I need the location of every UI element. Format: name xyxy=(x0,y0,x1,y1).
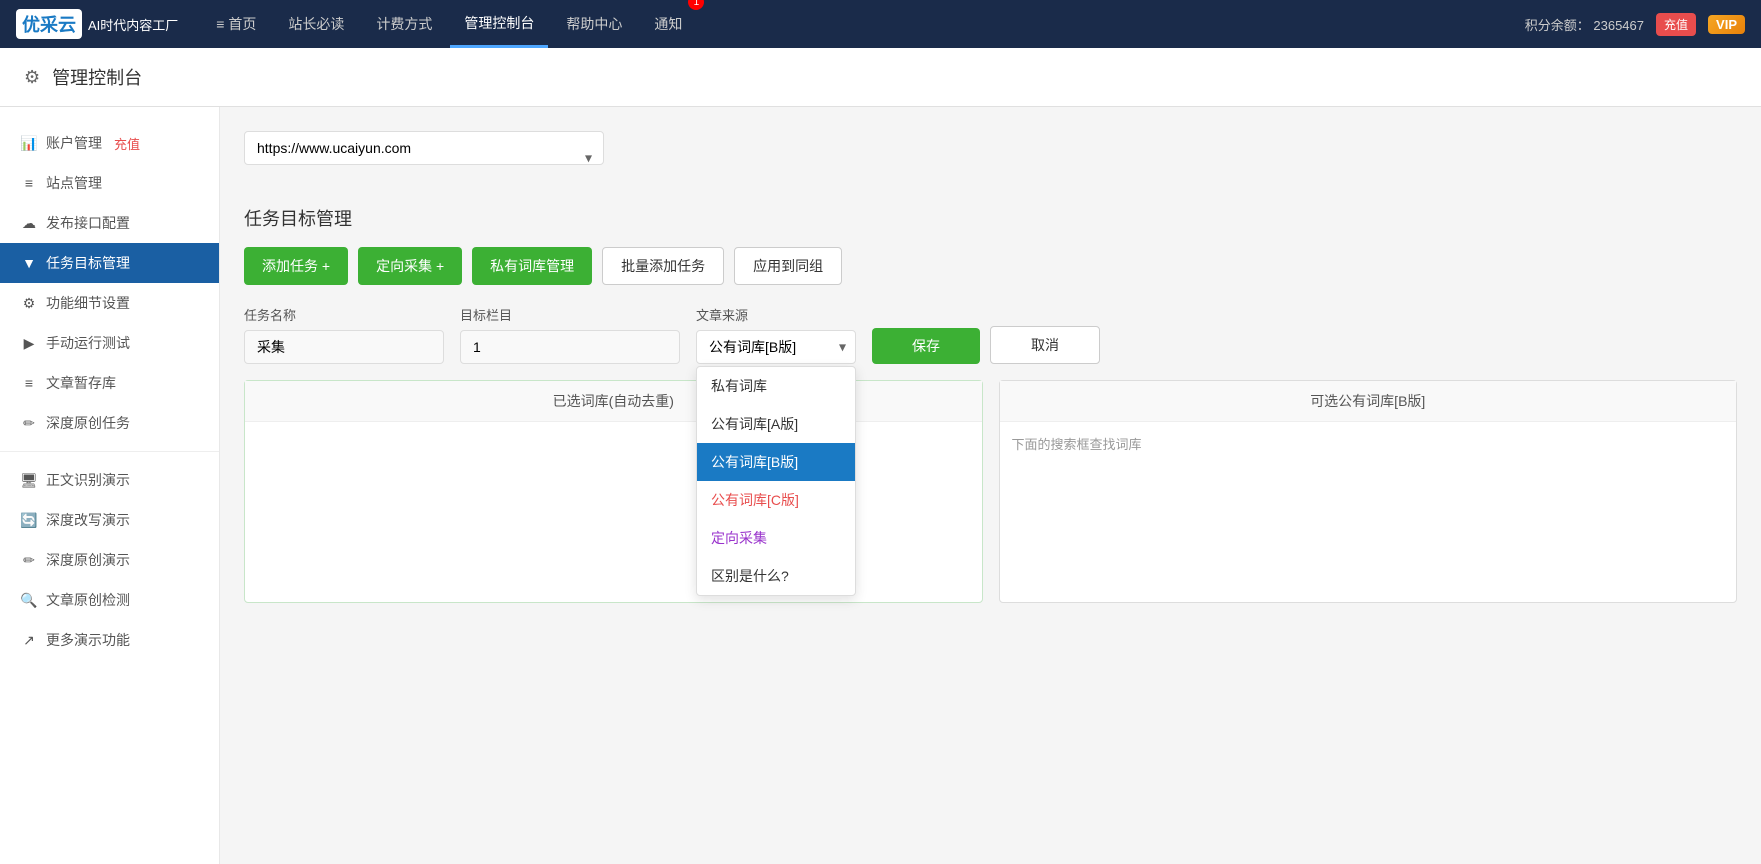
page-title: 管理控制台 xyxy=(52,64,142,90)
option-directed[interactable]: 定向采集 xyxy=(697,519,855,557)
task-name-label: 任务名称 xyxy=(244,305,444,324)
sidebar-item-publish[interactable]: ☁ 发布接口配置 xyxy=(0,203,219,243)
task-icon: ▼ xyxy=(20,255,38,271)
site-selector-wrapper: https://www.ucaiyun.com xyxy=(244,131,604,185)
add-task-button[interactable]: 添加任务 + xyxy=(244,247,348,285)
nav-notification[interactable]: 通知 1 xyxy=(640,0,696,48)
test-icon: ▶ xyxy=(20,335,38,352)
points-info: 积分余额： 2365467 xyxy=(1525,15,1644,34)
sidebar-item-test[interactable]: ▶ 手动运行测试 xyxy=(0,323,219,363)
page-header: ⚙ 管理控制台 xyxy=(0,48,1761,107)
demo4-icon: 🔍 xyxy=(20,592,38,609)
site-icon: ≡ xyxy=(20,175,38,191)
available-library-panel: 可选公有词库[B版] 下面的搜索框查找词库 xyxy=(999,380,1738,603)
sidebar-item-demo3[interactable]: ✏ 深度原创演示 xyxy=(0,540,219,580)
account-recharge-link[interactable]: 充值 xyxy=(114,134,140,153)
sidebar-item-demo4[interactable]: 🔍 文章原创检测 xyxy=(0,580,219,620)
save-button[interactable]: 保存 xyxy=(872,328,980,364)
target-column-field: 目标栏目 xyxy=(460,305,680,364)
source-select[interactable]: 公有词库[B版] xyxy=(696,330,856,364)
source-dropdown-menu: 私有词库 公有词库[A版] 公有词库[B版] 公有词库[C版] 定向采集 区别是… xyxy=(696,366,856,596)
section-title: 任务目标管理 xyxy=(244,205,1737,231)
selected-library-content xyxy=(245,422,982,602)
original-icon: ✏ xyxy=(20,415,38,432)
nav-home[interactable]: ≡ 首页 xyxy=(202,0,270,48)
sidebar-item-demo1[interactable]: 🖥 正文识别演示 xyxy=(0,460,219,500)
nav-must-read[interactable]: 站长必读 xyxy=(274,0,358,48)
task-name-input[interactable] xyxy=(244,330,444,364)
sidebar: 📊 账户管理 充值 ≡ 站点管理 ☁ 发布接口配置 ▼ 任务目标管理 ⚙ 功能细… xyxy=(0,107,220,864)
sidebar-item-original[interactable]: ✏ 深度原创任务 xyxy=(0,403,219,443)
form-actions: 保存 取消 xyxy=(872,326,1100,364)
site-url-select[interactable]: https://www.ucaiyun.com xyxy=(244,131,604,165)
cancel-button[interactable]: 取消 xyxy=(990,326,1100,364)
recharge-button[interactable]: 充值 xyxy=(1656,13,1696,36)
main-content: https://www.ucaiyun.com 任务目标管理 添加任务 + 定向… xyxy=(220,107,1761,864)
top-navigation: 优采云 AI时代内容工厂 ≡ 首页 站长必读 计费方式 管理控制台 帮助中心 通… xyxy=(0,0,1761,48)
logo-tagline: AI时代内容工厂 xyxy=(88,15,178,34)
sidebar-item-draft[interactable]: ≡ 文章暂存库 xyxy=(0,363,219,403)
demo2-icon: 🔄 xyxy=(20,512,38,529)
option-public-b[interactable]: 公有词库[B版] xyxy=(697,443,855,481)
nav-right: 积分余额： 2365467 充值 VIP xyxy=(1525,13,1745,36)
draft-icon: ≡ xyxy=(20,375,38,391)
sidebar-item-task[interactable]: ▼ 任务目标管理 xyxy=(0,243,219,283)
target-column-label: 目标栏目 xyxy=(460,305,680,324)
sidebar-item-account[interactable]: 📊 账户管理 充值 xyxy=(0,123,219,163)
account-icon: 📊 xyxy=(20,135,38,152)
sidebar-item-demo5[interactable]: ↗ 更多演示功能 xyxy=(0,620,219,660)
sidebar-item-settings[interactable]: ⚙ 功能细节设置 xyxy=(0,283,219,323)
dual-panel: 已选词库(自动去重) 可选公有词库[B版] 下面的搜索框查找词库 xyxy=(244,380,1737,603)
nav-items: ≡ 首页 站长必读 计费方式 管理控制台 帮助中心 通知 1 xyxy=(202,0,1524,48)
available-library-hint: 下面的搜索框查找词库 xyxy=(1012,437,1142,452)
form-row: 任务名称 目标栏目 文章来源 公有词库[B版] 私有词库 公有词库[A版] xyxy=(244,305,1737,364)
demo5-icon: ↗ xyxy=(20,632,38,649)
logo[interactable]: 优采云 AI时代内容工厂 xyxy=(16,9,178,39)
source-dropdown-wrapper: 公有词库[B版] 私有词库 公有词库[A版] 公有词库[B版] 公有词库[C版]… xyxy=(696,330,856,364)
apply-group-button[interactable]: 应用到同组 xyxy=(734,247,842,285)
available-library-header: 可选公有词库[B版] xyxy=(1000,381,1737,422)
sidebar-item-demo2[interactable]: 🔄 深度改写演示 xyxy=(0,500,219,540)
option-public-c[interactable]: 公有词库[C版] xyxy=(697,481,855,519)
option-public-a[interactable]: 公有词库[A版] xyxy=(697,405,855,443)
notification-badge: 1 xyxy=(688,0,704,10)
batch-add-button[interactable]: 批量添加任务 xyxy=(602,247,724,285)
option-private[interactable]: 私有词库 xyxy=(697,367,855,405)
publish-icon: ☁ xyxy=(20,215,38,232)
nav-dashboard[interactable]: 管理控制台 xyxy=(450,0,548,48)
private-lib-button[interactable]: 私有词库管理 xyxy=(472,247,592,285)
nav-billing[interactable]: 计费方式 xyxy=(362,0,446,48)
selected-library-header: 已选词库(自动去重) xyxy=(245,381,982,422)
settings-icon: ⚙ xyxy=(24,67,40,88)
settings-sidebar-icon: ⚙ xyxy=(20,295,38,312)
task-name-field: 任务名称 xyxy=(244,305,444,364)
vip-badge: VIP xyxy=(1708,15,1745,34)
sidebar-item-site[interactable]: ≡ 站点管理 xyxy=(0,163,219,203)
nav-help[interactable]: 帮助中心 xyxy=(552,0,636,48)
option-difference[interactable]: 区别是什么? xyxy=(697,557,855,595)
available-library-content: 下面的搜索框查找词库 xyxy=(1000,422,1737,602)
source-label: 文章来源 xyxy=(696,305,856,324)
demo3-icon: ✏ xyxy=(20,552,38,569)
selected-library-panel: 已选词库(自动去重) xyxy=(244,380,983,603)
demo1-icon: 🖥 xyxy=(20,472,38,489)
action-buttons: 添加任务 + 定向采集 + 私有词库管理 批量添加任务 应用到同组 xyxy=(244,247,1737,285)
source-field: 文章来源 公有词库[B版] 私有词库 公有词库[A版] 公有词库[B版] 公有词… xyxy=(696,305,856,364)
target-column-input[interactable] xyxy=(460,330,680,364)
directed-collect-button[interactable]: 定向采集 + xyxy=(358,247,462,285)
main-layout: 📊 账户管理 充值 ≡ 站点管理 ☁ 发布接口配置 ▼ 任务目标管理 ⚙ 功能细… xyxy=(0,107,1761,864)
logo-icon: 优采云 xyxy=(16,9,82,39)
